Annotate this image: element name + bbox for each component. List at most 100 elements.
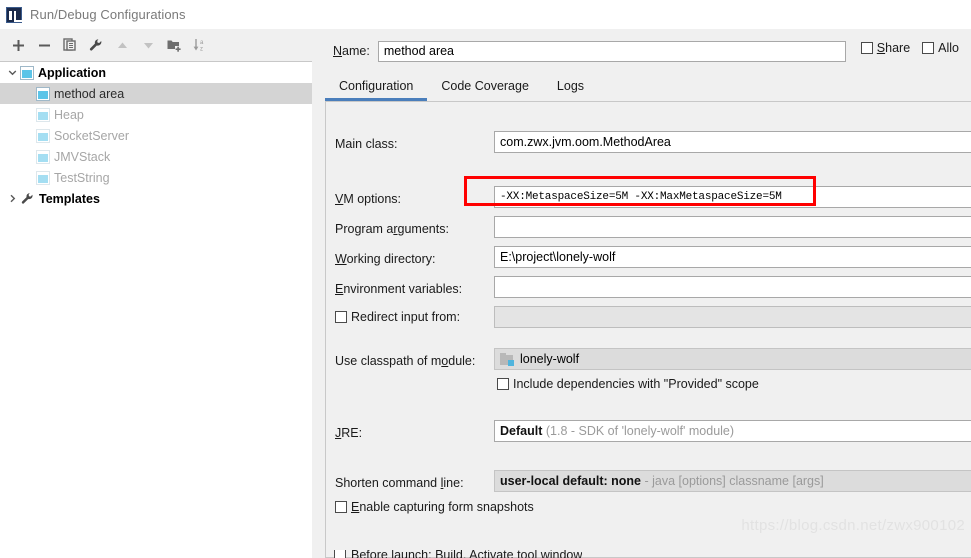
tree-item-teststring[interactable]: TestString bbox=[0, 167, 312, 188]
copy-icon bbox=[62, 37, 78, 53]
top-checkbox-group: Share Allo bbox=[861, 41, 971, 55]
environment-variables-row: Environment variables: bbox=[335, 278, 462, 300]
environment-variables-label: Environment variables: bbox=[335, 282, 462, 296]
title-bar: Run/Debug Configurations bbox=[0, 0, 971, 29]
application-icon bbox=[36, 87, 50, 101]
svg-text:z: z bbox=[200, 47, 203, 53]
tree-item-heap[interactable]: Heap bbox=[0, 104, 312, 125]
allow-parallel-run-checkbox[interactable] bbox=[922, 42, 934, 54]
tab-configuration[interactable]: Configuration bbox=[325, 79, 427, 99]
use-classpath-row: Use classpath of module: bbox=[335, 350, 475, 372]
share-label: Share bbox=[877, 41, 910, 55]
main-class-label: Main class: bbox=[335, 137, 398, 151]
jre-row: JRE: bbox=[335, 422, 362, 444]
tree-group-label: Templates bbox=[39, 192, 100, 206]
vm-options-label: VM options: bbox=[335, 192, 401, 206]
program-arguments-input[interactable] bbox=[494, 216, 971, 238]
before-launch-checkbox[interactable] bbox=[334, 550, 346, 558]
tree-item-label: JMVStack bbox=[54, 150, 110, 164]
remove-configuration-button[interactable] bbox=[32, 33, 56, 57]
shorten-command-hint: - java [options] classname [args] bbox=[644, 474, 823, 488]
editor-tabs: Configuration Code Coverage Logs bbox=[325, 73, 598, 99]
enable-capturing-row[interactable]: Enable capturing form snapshots bbox=[335, 497, 534, 517]
configurations-toolbar: a z bbox=[0, 29, 312, 61]
use-classpath-value: lonely-wolf bbox=[520, 352, 579, 366]
tree-group-label: Application bbox=[38, 66, 106, 80]
create-folder-button[interactable] bbox=[162, 33, 186, 57]
chevron-down-icon[interactable] bbox=[4, 65, 20, 81]
shorten-command-value: user-local default: none bbox=[500, 474, 641, 488]
application-icon bbox=[36, 150, 50, 164]
name-label: Name: bbox=[333, 44, 370, 58]
redirect-input-checkbox[interactable] bbox=[335, 311, 347, 323]
use-classpath-label: Use classpath of module: bbox=[335, 354, 475, 368]
tree-group-templates[interactable]: Templates bbox=[0, 188, 312, 209]
configurations-tree[interactable]: Application method area Heap SocketServe… bbox=[0, 61, 312, 558]
arrow-down-icon bbox=[141, 38, 156, 53]
intellij-idea-icon bbox=[6, 7, 22, 23]
watermark: https://blog.csdn.net/zwx900102 bbox=[741, 517, 965, 534]
tab-logs[interactable]: Logs bbox=[543, 79, 598, 99]
sort-configurations-button[interactable]: a z bbox=[188, 33, 212, 57]
name-input[interactable] bbox=[378, 41, 846, 62]
copy-configuration-button[interactable] bbox=[58, 33, 82, 57]
allow-parallel-run-label: Allo bbox=[938, 41, 959, 55]
tree-item-jmvstack[interactable]: JMVStack bbox=[0, 146, 312, 167]
vm-options-input[interactable]: -XX:MetaspaceSize=5M -XX:MaxMetaspaceSiz… bbox=[494, 186, 971, 208]
tree-item-label: method area bbox=[54, 87, 124, 101]
enable-capturing-label: Enable capturing form snapshots bbox=[351, 500, 534, 514]
name-row: Name: bbox=[333, 40, 846, 62]
wrench-icon bbox=[20, 191, 35, 206]
main-class-input[interactable]: com.zwx.jvm.oom.MethodArea bbox=[494, 131, 971, 153]
svg-text:a: a bbox=[200, 40, 204, 46]
redirect-input-label: Redirect input from: bbox=[351, 310, 460, 324]
application-icon bbox=[36, 129, 50, 143]
working-directory-label: Working directory: bbox=[335, 252, 436, 266]
enable-capturing-checkbox[interactable] bbox=[335, 501, 347, 513]
include-dependencies-row[interactable]: Include dependencies with "Provided" sco… bbox=[497, 374, 759, 394]
shorten-command-combobox[interactable]: user-local default: none - java [options… bbox=[494, 470, 971, 492]
working-directory-row: Working directory: bbox=[335, 248, 436, 270]
tree-item-label: SocketServer bbox=[54, 129, 129, 143]
add-configuration-button[interactable] bbox=[6, 33, 30, 57]
program-arguments-row: Program arguments: bbox=[335, 218, 449, 240]
module-icon bbox=[500, 353, 514, 366]
redirect-input-field[interactable] bbox=[494, 306, 971, 328]
application-icon bbox=[20, 66, 34, 80]
move-down-button[interactable] bbox=[136, 33, 160, 57]
jre-hint: (1.8 - SDK of 'lonely-wolf' module) bbox=[546, 424, 734, 438]
shorten-command-label: Shorten command line: bbox=[335, 476, 464, 490]
tree-item-socketserver[interactable]: SocketServer bbox=[0, 125, 312, 146]
environment-variables-input[interactable] bbox=[494, 276, 971, 298]
include-dependencies-checkbox[interactable] bbox=[497, 378, 509, 390]
chevron-right-icon[interactable] bbox=[4, 191, 20, 207]
wrench-icon bbox=[88, 37, 104, 53]
edit-templates-button[interactable] bbox=[84, 33, 108, 57]
include-dependencies-label: Include dependencies with "Provided" sco… bbox=[513, 377, 759, 391]
plus-icon bbox=[11, 38, 26, 53]
jre-combobox[interactable]: Default (1.8 - SDK of 'lonely-wolf' modu… bbox=[494, 420, 971, 442]
share-checkbox[interactable] bbox=[861, 42, 873, 54]
minus-icon bbox=[37, 38, 52, 53]
configuration-tab-content: Main class: com.zwx.jvm.oom.MethodArea V… bbox=[325, 101, 971, 558]
configuration-editor-panel: Name: Share Allo Configuration Code Cove… bbox=[312, 29, 971, 558]
tree-group-application[interactable]: Application bbox=[0, 62, 312, 83]
sort-az-icon: a z bbox=[192, 37, 208, 53]
working-directory-input[interactable]: E:\project\lonely-wolf bbox=[494, 246, 971, 268]
redirect-input-row: Redirect input from: bbox=[335, 307, 460, 327]
program-arguments-label: Program arguments: bbox=[335, 222, 449, 236]
application-icon bbox=[36, 171, 50, 185]
tab-code-coverage[interactable]: Code Coverage bbox=[427, 79, 543, 99]
jre-label: JRE: bbox=[335, 426, 362, 440]
jre-value: Default bbox=[500, 424, 542, 438]
tree-item-method-area[interactable]: method area bbox=[0, 83, 312, 104]
before-launch-row: Before launch: Build, Activate tool wind… bbox=[334, 550, 582, 558]
arrow-up-icon bbox=[115, 38, 130, 53]
tree-item-label: TestString bbox=[54, 171, 110, 185]
run-debug-configurations-dialog: Run/Debug Configurations bbox=[0, 0, 971, 558]
use-classpath-combobox[interactable]: lonely-wolf bbox=[494, 348, 971, 370]
vm-options-row: VM options: bbox=[335, 188, 401, 210]
before-launch-label: Before launch: Build, Activate tool wind… bbox=[351, 550, 582, 558]
application-icon bbox=[36, 108, 50, 122]
move-up-button[interactable] bbox=[110, 33, 134, 57]
